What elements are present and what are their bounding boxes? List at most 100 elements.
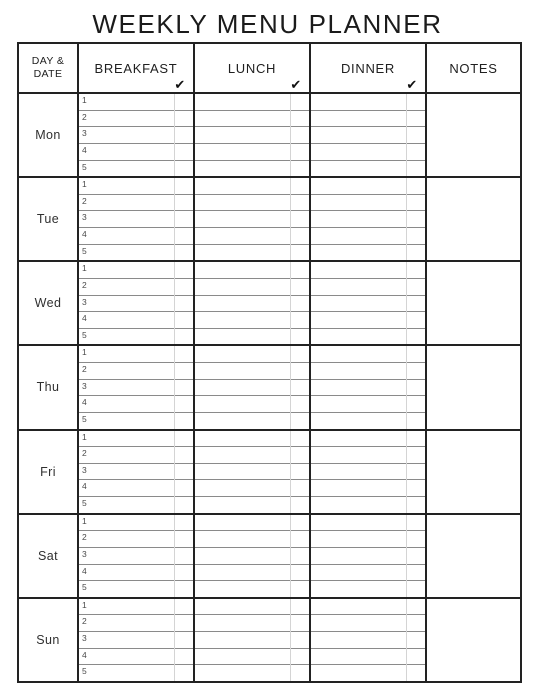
breakfast-cell-sun[interactable]: 1 2 3 4 5 [79, 598, 195, 681]
meal-entry-line[interactable]: 2 [79, 615, 193, 633]
meal-entry-line[interactable]: 2 [79, 279, 193, 296]
meal-entry-line[interactable]: 1 [195, 346, 309, 364]
meal-entry-line[interactable]: 5 [195, 245, 309, 261]
lunch-cell-thu[interactable]: 12345 [195, 346, 311, 429]
meal-entry-line[interactable]: 5 [195, 413, 309, 429]
meal-entry-line[interactable]: 4 [311, 312, 425, 329]
notes-cell-thu[interactable] [427, 346, 520, 428]
meal-entry-line[interactable]: 3 [79, 211, 193, 229]
meal-entry-line[interactable]: 4 [195, 144, 309, 161]
breakfast-cell-wed[interactable]: 1 2 3 4 5 [79, 262, 195, 345]
notes-cell-tue[interactable] [427, 178, 520, 260]
meal-entry-line[interactable]: 1 [79, 515, 193, 532]
meal-entry-line[interactable]: 5 [195, 161, 309, 177]
meal-entry-line[interactable]: 4 [79, 144, 193, 161]
meal-entry-line[interactable]: 4 [311, 228, 425, 245]
meal-entry-line[interactable]: 4 [195, 228, 309, 245]
meal-entry-line[interactable]: 1 [311, 599, 425, 616]
meal-entry-line[interactable]: 2 [79, 195, 193, 212]
meal-entry-line[interactable]: 4 [311, 565, 425, 582]
notes-cell-sat[interactable] [427, 515, 520, 597]
meal-entry-line[interactable]: 5 [311, 161, 425, 177]
meal-entry-line[interactable]: 2 [311, 531, 425, 548]
meal-entry-line[interactable]: 5 [311, 413, 425, 429]
meal-entry-line[interactable]: 4 [79, 480, 193, 498]
meal-entry-line[interactable]: 1 [79, 262, 193, 279]
lunch-cell-sun[interactable]: 12345 [195, 598, 311, 681]
meal-entry-line[interactable]: 2 [79, 531, 193, 548]
meal-entry-line[interactable]: 5 [79, 161, 193, 177]
meal-entry-line[interactable]: 3 [79, 127, 193, 144]
meal-entry-line[interactable]: 3 [79, 464, 193, 481]
meal-entry-line[interactable]: 5 [79, 665, 193, 681]
meal-entry-line[interactable]: 4 [311, 649, 425, 666]
meal-entry-line[interactable]: 1 [195, 94, 309, 111]
meal-entry-line[interactable]: 3 [79, 380, 193, 397]
breakfast-cell-tue[interactable]: 1 2 3 4 5 [79, 178, 195, 261]
meal-entry-line[interactable]: 1 [195, 515, 309, 532]
breakfast-cell-thu[interactable]: 1 2 3 4 5 [79, 346, 195, 429]
meal-entry-line[interactable]: 1 [311, 346, 425, 364]
meal-entry-line[interactable]: 1 [311, 515, 425, 532]
notes-cell-wed[interactable] [427, 262, 520, 344]
dinner-cell-wed[interactable]: 12345 [311, 262, 427, 345]
meal-entry-line[interactable]: 1 [311, 178, 425, 195]
meal-entry-line[interactable]: 5 [195, 329, 309, 345]
meal-entry-line[interactable]: 2 [79, 111, 193, 128]
notes-cell-fri[interactable] [427, 431, 520, 513]
meal-entry-line[interactable]: 5 [79, 329, 193, 345]
notes-cell-sun[interactable] [427, 599, 520, 681]
meal-entry-line[interactable]: 3 [311, 211, 425, 229]
meal-entry-line[interactable]: 4 [195, 649, 309, 666]
meal-entry-line[interactable]: 3 [311, 548, 425, 565]
meal-entry-line[interactable]: 3 [311, 127, 425, 144]
dinner-cell-sat[interactable]: 12345 [311, 514, 427, 597]
meal-entry-line[interactable]: 3 [311, 632, 425, 649]
meal-entry-line[interactable]: 5 [311, 245, 425, 261]
meal-entry-line[interactable]: 3 [195, 548, 309, 565]
meal-entry-line[interactable]: 2 [195, 447, 309, 464]
lunch-cell-tue[interactable]: 12345 [195, 178, 311, 261]
meal-entry-line[interactable]: 3 [195, 296, 309, 313]
meal-entry-line[interactable]: 5 [311, 329, 425, 345]
meal-entry-line[interactable]: 1 [79, 94, 193, 111]
meal-entry-line[interactable]: 5 [79, 497, 193, 513]
meal-entry-line[interactable]: 2 [195, 615, 309, 633]
meal-entry-line[interactable]: 4 [195, 480, 309, 498]
meal-entry-line[interactable]: 4 [311, 396, 425, 413]
meal-entry-line[interactable]: 1 [79, 178, 193, 195]
meal-entry-line[interactable]: 2 [311, 195, 425, 212]
meal-entry-line[interactable]: 5 [311, 497, 425, 513]
lunch-cell-wed[interactable]: 12345 [195, 262, 311, 345]
meal-entry-line[interactable]: 5 [79, 581, 193, 597]
dinner-cell-fri[interactable]: 12345 [311, 430, 427, 513]
meal-entry-line[interactable]: 4 [311, 144, 425, 161]
dinner-cell-sun[interactable]: 12345 [311, 598, 427, 681]
meal-entry-line[interactable]: 3 [195, 127, 309, 144]
meal-entry-line[interactable]: 2 [311, 363, 425, 380]
meal-entry-line[interactable]: 4 [79, 649, 193, 666]
meal-entry-line[interactable]: 1 [79, 431, 193, 448]
meal-entry-line[interactable]: 3 [195, 211, 309, 229]
breakfast-cell-sat[interactable]: 1 2 3 4 5 [79, 514, 195, 597]
meal-entry-line[interactable]: 1 [311, 94, 425, 111]
meal-entry-line[interactable]: 3 [195, 380, 309, 397]
lunch-cell-sat[interactable]: 12345 [195, 514, 311, 597]
meal-entry-line[interactable]: 3 [311, 464, 425, 481]
meal-entry-line[interactable]: 1 [195, 178, 309, 195]
lunch-cell-mon[interactable]: 12345 [195, 94, 311, 177]
meal-entry-line[interactable]: 1 [311, 431, 425, 448]
dinner-cell-mon[interactable]: 12345 [311, 94, 427, 177]
meal-entry-line[interactable]: 2 [79, 363, 193, 380]
meal-entry-line[interactable]: 4 [79, 565, 193, 582]
meal-entry-line[interactable]: 1 [79, 599, 193, 616]
meal-entry-line[interactable]: 5 [195, 581, 309, 597]
dinner-cell-thu[interactable]: 12345 [311, 346, 427, 429]
meal-entry-line[interactable]: 4 [79, 396, 193, 413]
meal-entry-line[interactable]: 3 [195, 632, 309, 649]
meal-entry-line[interactable]: 3 [311, 296, 425, 313]
meal-entry-line[interactable]: 2 [195, 363, 309, 380]
meal-entry-line[interactable]: 4 [79, 312, 193, 329]
meal-entry-line[interactable]: 2 [195, 279, 309, 296]
meal-entry-line[interactable]: 1 [195, 599, 309, 616]
